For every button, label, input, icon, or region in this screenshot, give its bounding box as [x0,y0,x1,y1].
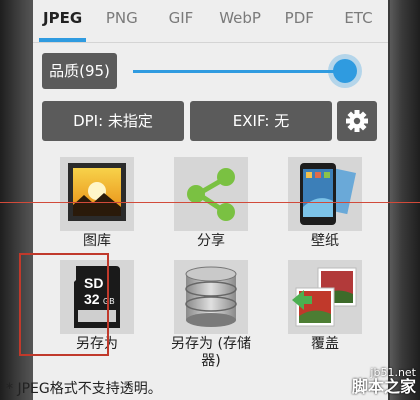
annotation-line [0,202,420,203]
storage-icon [185,266,237,327]
watermark: jb51.net 脚本之家 [351,366,416,396]
gallery-icon [68,163,126,221]
selection-highlight [19,253,109,356]
gallery-item[interactable]: 图库 [47,157,147,250]
background-right [390,0,420,400]
dpi-button[interactable]: DPI: 未指定 [42,101,184,141]
wallpaper-item[interactable]: 壁纸 [275,157,375,250]
save-as-storage-label: 另存为 (存储 器) [171,336,251,369]
exif-button[interactable]: EXIF: 无 [190,101,332,141]
format-tabs: JPEG PNG GIF WebP PDF ETC [33,0,388,44]
slider-track [133,70,350,73]
tab-png[interactable]: PNG [92,0,151,44]
wallpaper-icon [300,163,356,225]
tab-pdf[interactable]: PDF [270,0,329,44]
wallpaper-tile [288,157,362,231]
tab-divider [33,42,388,43]
share-label: 分享 [197,233,225,249]
slider-thumb[interactable] [333,59,358,83]
save-as-storage-item[interactable]: 另存为 (存储 器) [161,260,261,370]
gallery-tile [60,157,134,231]
tab-jpeg[interactable]: JPEG [33,0,92,44]
wallpaper-label: 壁纸 [311,233,339,249]
overwrite-label: 覆盖 [311,336,339,352]
overwrite-item[interactable]: 覆盖 [275,260,375,353]
save-as-storage-tile [174,260,248,334]
share-tile [174,157,248,231]
tab-etc[interactable]: ETC [329,0,388,44]
transparency-note: * JPEG格式不支持透明。 [6,381,162,397]
quality-button[interactable]: 品质(95) [42,53,117,89]
gallery-label: 图库 [83,233,111,249]
overwrite-icon [292,267,357,327]
settings-button[interactable] [337,101,377,141]
tab-webp[interactable]: WebP [211,0,270,44]
overwrite-tile [288,260,362,334]
share-item[interactable]: 分享 [161,157,261,250]
tab-gif[interactable]: GIF [151,0,210,44]
watermark-name: 脚本之家 [351,377,416,396]
share-icon [187,168,235,221]
gear-icon [346,110,368,132]
quality-slider[interactable] [133,55,368,87]
